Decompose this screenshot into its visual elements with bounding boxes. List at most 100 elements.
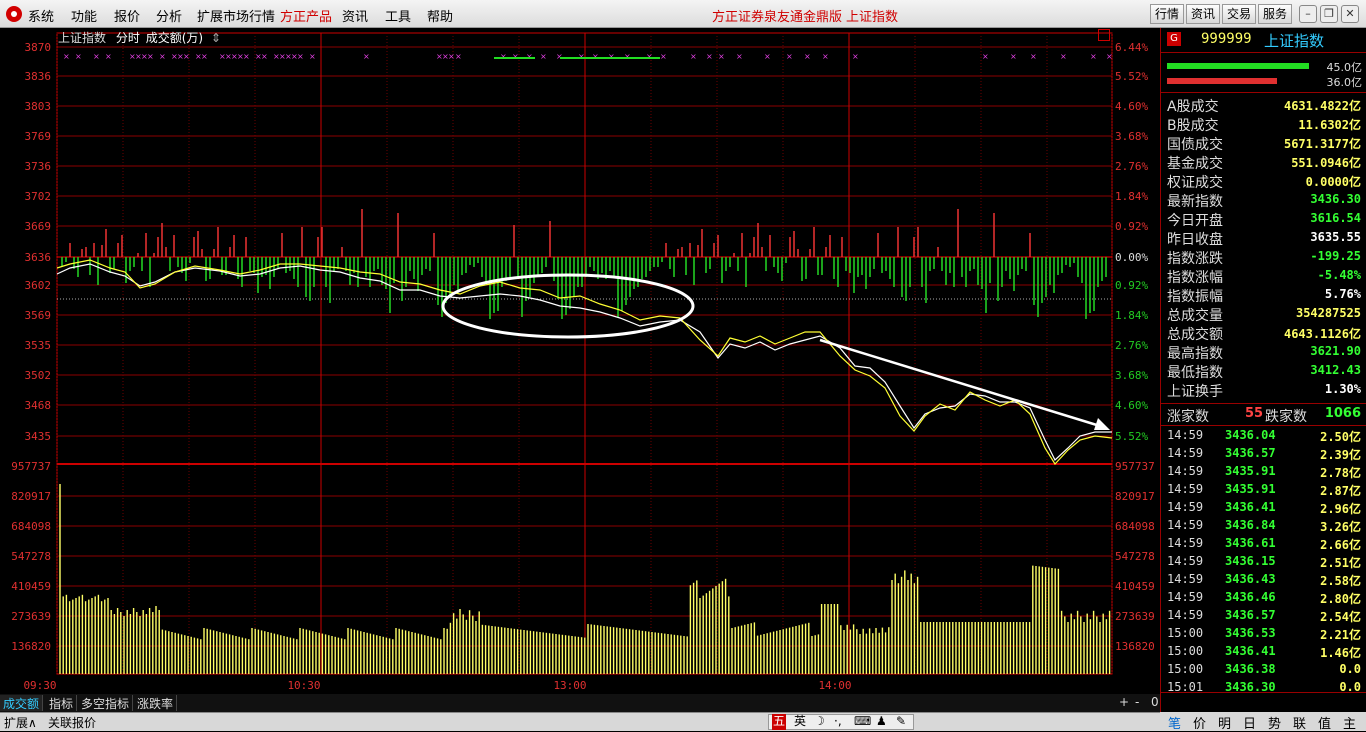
tick-row: 14:59 3436.04 2.50亿 <box>1167 428 1361 446</box>
signal-marker: × <box>608 52 615 61</box>
signal-marker: × <box>455 52 462 61</box>
tick-time: 14:59 <box>1167 518 1203 532</box>
ime-user-icon[interactable]: ♟ <box>876 714 887 730</box>
right-panel-tabs: 笔价明日势联值主 <box>1160 712 1366 731</box>
tab-timeshare[interactable]: 分时 <box>116 31 140 45</box>
right-tab[interactable]: 主 <box>1343 713 1356 732</box>
stat-value: 11.6302亿 <box>1298 116 1361 133</box>
volume-tick-label: 684098 <box>1115 520 1155 533</box>
tab-longshort[interactable]: 多空指标 <box>78 695 133 711</box>
tick-amount: 2.39亿 <box>1320 446 1361 463</box>
zoom-in-button[interactable]: + <box>1116 695 1132 711</box>
tick-amount: 2.58亿 <box>1320 572 1361 589</box>
volume-tick-label: 684098 <box>11 520 51 533</box>
volume-tick-label: 547278 <box>11 550 51 563</box>
trend-arrow-shaft <box>820 340 1100 426</box>
menu-help[interactable]: 帮助 <box>427 6 453 25</box>
zoom-out-button[interactable]: - <box>1132 695 1142 711</box>
close-icon[interactable]: ✕ <box>1341 5 1359 23</box>
signal-marker: × <box>243 52 250 61</box>
tab-indicator[interactable]: 指标 <box>46 695 77 711</box>
tick-row: 15:00 3436.38 0.0 <box>1167 662 1361 680</box>
tick-amount: 2.54亿 <box>1320 608 1361 625</box>
stat-label: 权证成交 <box>1167 172 1223 192</box>
tick-amount: 2.80亿 <box>1320 590 1361 607</box>
menu-ext-market[interactable]: 扩展市场行情 <box>197 6 275 25</box>
signal-marker: × <box>804 52 811 61</box>
right-tab[interactable]: 值 <box>1318 713 1331 732</box>
price-tick-label: 3468 <box>25 399 52 412</box>
ime-english-icon[interactable]: 英 <box>794 714 806 730</box>
stat-label: 指数振幅 <box>1167 286 1223 306</box>
stat-row: 今日开盘 3616.54 <box>1167 210 1361 229</box>
zoom-reset-button[interactable]: 0 <box>1148 695 1162 711</box>
chart-expand-icon[interactable] <box>1098 29 1110 41</box>
tick-time: 15:00 <box>1167 626 1203 640</box>
service-button[interactable]: 服务 <box>1258 4 1292 24</box>
ime-wubi-icon[interactable]: 五 <box>772 714 786 730</box>
price-tick-label: 3836 <box>25 70 52 83</box>
signal-marker: × <box>63 52 70 61</box>
tick-price: 3436.41 <box>1225 500 1276 514</box>
intraday-chart[interactable]: × × × × × × × × × × × × × × × × × × × × × × × × × × × × × × × × × × × × × × × ×… <box>0 28 1160 694</box>
tick-row: 14:59 3436.84 3.26亿 <box>1167 518 1361 536</box>
tab-advdecrate[interactable]: 涨跌率 <box>134 695 177 711</box>
restore-icon[interactable]: ❐ <box>1320 5 1338 23</box>
stat-value: -199.25 <box>1310 249 1361 263</box>
app-logo-icon[interactable] <box>6 6 22 22</box>
quotes-button[interactable]: 行情 <box>1150 4 1184 24</box>
signal-marker: × <box>448 52 455 61</box>
updown-icon[interactable]: ⇕ <box>211 31 221 45</box>
right-tab[interactable]: 明 <box>1218 713 1231 732</box>
expand-button[interactable]: 扩展∧ <box>4 714 37 731</box>
stat-row: 权证成交 0.0000亿 <box>1167 172 1361 191</box>
price-tick-label: 3569 <box>25 309 52 322</box>
menu-tools[interactable]: 工具 <box>385 6 411 25</box>
stat-row: 总成交量 354287525 <box>1167 305 1361 324</box>
volume-tick-label: 136820 <box>11 640 51 653</box>
stat-label: 指数涨幅 <box>1167 267 1223 287</box>
news-button[interactable]: 资讯 <box>1186 4 1220 24</box>
signal-marker: × <box>646 52 653 61</box>
metric-selector[interactable]: 成交额(万) <box>146 31 203 45</box>
stat-value: 3436.30 <box>1310 192 1361 206</box>
right-tab[interactable]: 势 <box>1268 713 1281 732</box>
volume-tick-label: 957737 <box>1115 460 1155 473</box>
price-tick-label: 3736 <box>25 160 52 173</box>
menu-bar: 系统 功能 报价 分析 扩展市场行情 方正产品 资讯 工具 帮助 方正证券泉友通… <box>0 0 1366 28</box>
stat-row: B股成交 11.6302亿 <box>1167 115 1361 134</box>
menu-function[interactable]: 功能 <box>71 6 97 25</box>
window-index-title: 上证指数 <box>846 6 898 25</box>
right-tab[interactable]: 日 <box>1243 713 1256 732</box>
price-tick-label: 3769 <box>25 130 52 143</box>
volume-tick-label: 820917 <box>11 490 51 503</box>
menu-quotes[interactable]: 报价 <box>114 6 140 25</box>
ime-settings-icon[interactable]: ✎ <box>896 714 906 730</box>
menu-news[interactable]: 资讯 <box>342 6 368 25</box>
ime-punct-icon[interactable]: ·, <box>834 714 842 730</box>
up-ratio-bar <box>1167 63 1309 69</box>
menu-analysis[interactable]: 分析 <box>156 6 182 25</box>
pct-tick-label: 4.60% <box>1115 399 1148 412</box>
trade-button[interactable]: 交易 <box>1222 4 1256 24</box>
minimize-icon[interactable]: – <box>1299 5 1317 23</box>
linked-quotes-button[interactable]: 关联报价 <box>48 714 96 731</box>
ime-keyboard-icon[interactable]: ⌨ <box>854 714 871 730</box>
stat-row: 指数涨跌 -199.25 <box>1167 248 1361 267</box>
ime-halfwidth-icon[interactable]: ☽ <box>814 714 825 730</box>
tick-time: 14:59 <box>1167 608 1203 622</box>
tick-time: 14:59 <box>1167 572 1203 586</box>
menu-fz-products[interactable]: 方正产品 <box>280 6 332 25</box>
stat-label: 最新指数 <box>1167 191 1223 211</box>
tick-time: 14:59 <box>1167 536 1203 550</box>
right-tab[interactable]: 价 <box>1193 713 1206 732</box>
stat-row: 指数振幅 5.76% <box>1167 286 1361 305</box>
tick-row: 15:01 3436.30 0.0 <box>1167 680 1361 698</box>
stat-label: 今日开盘 <box>1167 210 1223 230</box>
pct-tick-label: 0.00% <box>1115 251 1148 264</box>
menu-system[interactable]: 系统 <box>28 6 54 25</box>
tab-turnover[interactable]: 成交额 <box>0 695 43 711</box>
signal-marker: × <box>147 52 154 61</box>
right-tab[interactable]: 联 <box>1293 713 1306 732</box>
right-tab[interactable]: 笔 <box>1168 713 1181 732</box>
